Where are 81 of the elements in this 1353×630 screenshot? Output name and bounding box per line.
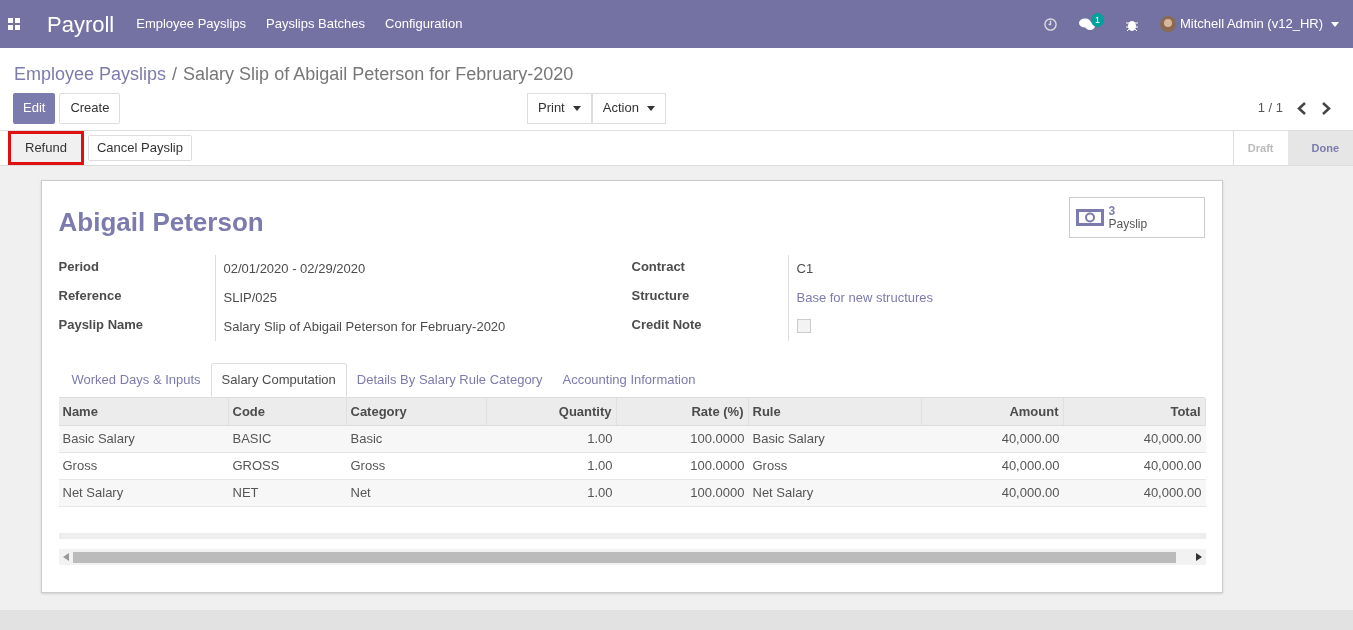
table-cell-text: 100.0000 — [689, 430, 746, 449]
table-cell-text: BASIC — [231, 430, 273, 449]
banknote-icon — [1075, 209, 1104, 226]
table-cell-text: Gross — [61, 457, 99, 476]
column-header[interactable]: Rate (%) — [616, 398, 749, 425]
navbar-menu-item[interactable]: Employee Payslips — [136, 14, 247, 34]
field-value: 02/01/2020 - 02/29/2020 — [223, 260, 367, 277]
caret-icon — [1331, 21, 1339, 27]
table-cell-text: Basic — [349, 430, 384, 449]
horizontal-scrollbar[interactable] — [58, 549, 1206, 565]
employee-name: Abigail Peterson — [58, 206, 264, 239]
table-cell-text: 40,000.00 — [1142, 484, 1203, 503]
field-value: C1 — [796, 260, 815, 277]
table-cell-text: GROSS — [231, 457, 281, 476]
notebook-tab[interactable]: Worked Days & Inputs — [61, 363, 211, 397]
column-header[interactable]: Category — [346, 398, 487, 425]
apps-menu-icon[interactable] — [8, 18, 20, 30]
payslip-count: 3 — [1108, 204, 1117, 218]
field-label: Payslip Name — [58, 316, 145, 333]
table-cell-text: 40,000.00 — [1000, 484, 1061, 503]
table-cell-text: Net Salary — [61, 484, 125, 503]
notebook-tab[interactable]: Salary Computation — [210, 363, 347, 397]
column-header[interactable]: Total — [1063, 398, 1206, 425]
avatar-icon[interactable] — [1159, 16, 1176, 32]
field-value: Salary Slip of Abigail Peterson for February-2020 — [223, 318, 506, 335]
clock-icon[interactable] — [1043, 17, 1057, 31]
pager-value: 1 / 1 — [1257, 99, 1283, 118]
table-cell-text: 1.00 — [586, 484, 614, 503]
table-cell-text: Net Salary — [751, 484, 815, 503]
table-cell-text: 40,000.00 — [1000, 457, 1061, 476]
app-name: Payroll — [47, 10, 115, 39]
table-cell-text: Gross — [349, 457, 387, 476]
table-cell-text: NET — [231, 484, 260, 503]
column-header[interactable]: Rule — [748, 398, 922, 425]
previous-icon[interactable] — [1297, 101, 1307, 115]
table-cell-text: Net — [349, 484, 372, 503]
next-icon[interactable] — [1321, 101, 1331, 115]
table-cell-text: 1.00 — [586, 457, 614, 476]
edit-button[interactable]: Edit — [13, 92, 56, 124]
column-header[interactable]: Amount — [921, 398, 1064, 425]
dropdown-button[interactable]: Action — [591, 92, 666, 124]
breadcrumb-separator: / — [172, 63, 178, 86]
field-label: Structure — [631, 287, 691, 304]
table-cell-text: 40,000.00 — [1142, 457, 1203, 476]
table-cell-text: 100.0000 — [689, 457, 746, 476]
notebook-tab[interactable]: Details By Salary Rule Category — [346, 363, 553, 397]
table-cell-text: 100.0000 — [689, 484, 746, 503]
message-count-badge: 1 — [1090, 13, 1104, 27]
user-menu[interactable]: Mitchell Admin (v12_HR) — [1179, 14, 1339, 34]
table-cell-text: 1.00 — [586, 430, 614, 449]
payslip-label: Payslip — [1108, 217, 1148, 231]
column-header[interactable]: Quantity — [486, 398, 617, 425]
chat-icon[interactable] — [1078, 17, 1095, 31]
breadcrumb-link[interactable]: Employee Payslips — [14, 61, 167, 88]
scroll-left-icon[interactable] — [62, 553, 69, 561]
field-label: Credit Note — [631, 316, 703, 333]
table-cell-text: Gross — [751, 457, 789, 476]
caret-icon — [646, 105, 655, 111]
navbar-menu-item[interactable]: Configuration — [385, 14, 463, 34]
header-button[interactable]: Refund — [8, 131, 84, 165]
credit-note-checkbox[interactable] — [796, 319, 811, 333]
breadcrumb-current: Salary Slip of Abigail Peterson for February-2020 — [183, 63, 574, 86]
table-cell-text: Basic Salary — [61, 430, 136, 449]
field-value: SLIP/025 — [223, 289, 278, 306]
notebook-tab[interactable]: Accounting Information — [552, 363, 706, 397]
field-label: Reference — [58, 287, 123, 304]
field-link[interactable]: Base for new structures — [796, 288, 934, 306]
table-cell-text: 40,000.00 — [1000, 430, 1061, 449]
table-cell-text: 40,000.00 — [1142, 430, 1203, 449]
column-header[interactable]: Code — [228, 398, 347, 425]
field-label: Contract — [631, 258, 686, 275]
navbar-menu-item[interactable]: Payslips Batches — [266, 14, 366, 34]
create-button[interactable]: Create — [59, 92, 121, 124]
payslip-smart-button[interactable]: 3 Payslip — [1068, 197, 1205, 238]
scroll-right-icon[interactable] — [1195, 553, 1202, 561]
table-cell-text: Basic Salary — [751, 430, 826, 449]
caret-icon — [572, 105, 581, 111]
header-button[interactable]: Cancel Payslip — [87, 135, 192, 161]
dropdown-button[interactable]: Print — [527, 92, 592, 124]
column-header[interactable]: Name — [58, 398, 229, 425]
field-label: Period — [58, 258, 100, 275]
